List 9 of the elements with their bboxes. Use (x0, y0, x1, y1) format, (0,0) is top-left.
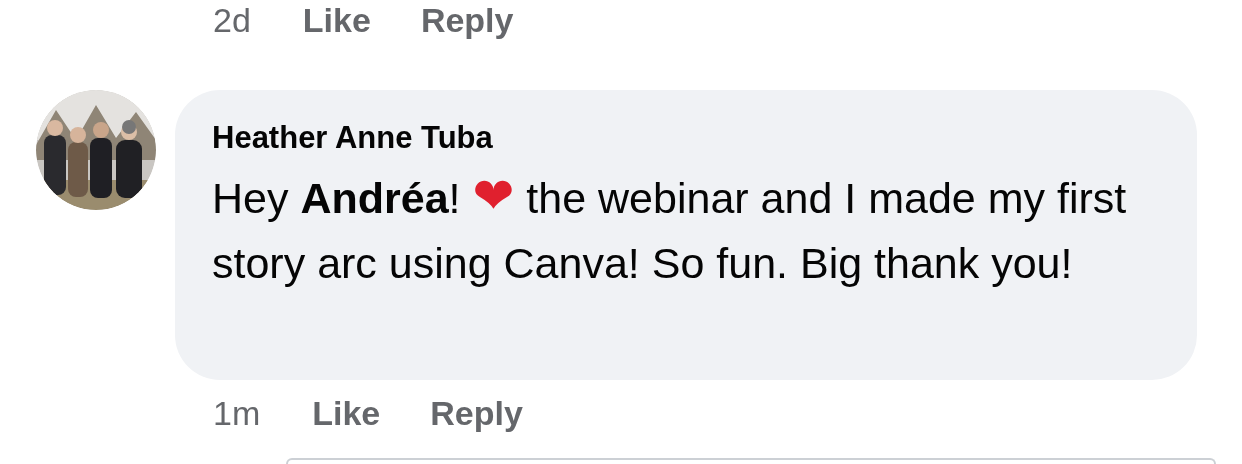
author-name: Heather Anne Tuba (212, 119, 494, 157)
reply-field[interactable] (286, 458, 1216, 464)
action-link[interactable]: Reply (430, 388, 523, 439)
action-link[interactable]: Like (312, 388, 381, 439)
action-link[interactable]: Like (302, 0, 371, 46)
timestamp: 2d (213, 0, 251, 41)
timestamp: 1m (213, 393, 261, 434)
action-link[interactable]: Reply (420, 0, 514, 46)
comment-text: Hey Andréa! ❤ the webinar and I made my first story arc using Canva! So fun. Big thank you! (212, 166, 1128, 289)
